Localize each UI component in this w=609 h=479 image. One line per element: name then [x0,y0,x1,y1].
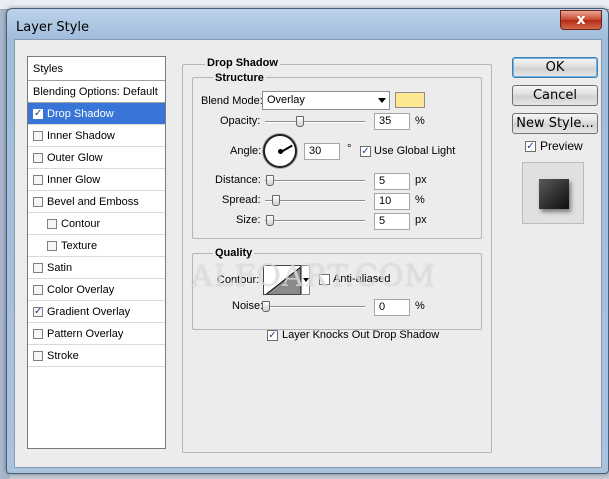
style-item-label: Texture [61,240,98,252]
spread-slider-thumb[interactable] [272,195,280,206]
style-item-checkbox[interactable] [47,241,57,251]
style-item-checkbox[interactable]: ✓ [33,307,43,317]
angle-dial-hub [278,149,283,154]
size-label: Size: [236,214,261,226]
layer-knocks-out-checkbox[interactable]: ✓ [267,330,278,341]
style-item[interactable]: Bevel and Emboss [28,191,165,213]
style-item-label: Color Overlay [47,284,115,296]
styles-header[interactable]: Styles [28,57,165,81]
blend-mode-label: Blend Mode: [201,95,263,107]
style-item-checkbox[interactable] [33,351,43,361]
title-bar[interactable]: Layer Style x [7,9,608,39]
noise-unit: % [415,300,425,312]
style-item[interactable]: Pattern Overlay [28,323,165,345]
spread-unit: % [415,194,425,206]
style-item-checkbox[interactable] [33,175,43,185]
style-item-label: Bevel and Emboss [47,196,139,208]
opacity-unit: % [415,115,425,127]
preview-checkbox[interactable]: ✓ [525,141,536,152]
watermark: ALFOART.COM [191,259,437,294]
style-item[interactable]: ✓ Gradient Overlay [28,301,165,323]
opacity-input[interactable]: 35 [374,113,410,130]
styles-list: Styles Blending Options: Default ✓ Drop S… [27,56,166,449]
preview-label: Preview [540,139,583,153]
drop-shadow-group-title: Drop Shadow [205,57,280,69]
distance-slider-thumb[interactable] [266,175,274,186]
new-style-button[interactable]: New Style... [512,113,598,134]
distance-label: Distance: [215,174,261,186]
angle-dial[interactable] [263,134,297,168]
spread-label: Spread: [222,194,261,206]
style-item[interactable]: Stroke [28,345,165,367]
style-item-checkbox[interactable] [33,329,43,339]
style-item-label: Drop Shadow [47,108,114,120]
opacity-slider-track[interactable] [265,121,365,123]
quality-group-title: Quality [213,247,255,259]
noise-slider-thumb[interactable] [262,301,270,312]
layer-style-dialog: Layer Style x Styles Blending Options: D… [6,8,609,474]
spread-slider-track[interactable] [265,200,365,202]
use-global-light-label: Use Global Light [374,145,456,157]
style-item[interactable]: Contour [28,213,165,235]
style-item-checkbox[interactable] [33,131,43,141]
style-item-label: Pattern Overlay [47,328,124,340]
style-item-checkbox[interactable]: ✓ [33,109,43,119]
style-item[interactable]: Inner Shadow [28,125,165,147]
structure-group-title: Structure [213,72,266,84]
style-item-label: Stroke [47,350,79,362]
style-item[interactable]: Texture [28,235,165,257]
distance-input[interactable]: 5 [374,173,410,190]
angle-label: Angle: [230,145,262,157]
dialog-title: Layer Style [16,20,90,35]
blending-options-item[interactable]: Blending Options: Default [28,81,165,103]
style-preview-thumbnail [522,162,584,224]
style-item-checkbox[interactable] [47,219,57,229]
noise-label: Noise: [232,300,264,312]
shadow-color-swatch[interactable] [395,92,425,108]
size-input[interactable]: 5 [374,213,410,230]
dialog-body: Styles Blending Options: Default ✓ Drop S… [14,39,602,468]
close-button[interactable]: x [560,10,602,30]
noise-input[interactable]: 0 [374,299,410,316]
style-item[interactable]: ✓ Drop Shadow [28,103,165,125]
size-slider-track[interactable] [265,220,365,222]
size-slider-thumb[interactable] [266,215,274,226]
size-unit: px [415,214,427,226]
style-item[interactable]: Inner Glow [28,169,165,191]
style-item-label: Contour [61,218,101,230]
style-item-label: Inner Glow [47,174,101,186]
style-item-label: Satin [47,262,73,274]
style-item[interactable]: Satin [28,257,165,279]
style-item[interactable]: Outer Glow [28,147,165,169]
noise-slider-track[interactable] [265,306,365,308]
spread-input[interactable]: 10 [374,193,410,210]
blend-mode-value: Overlay [267,94,305,106]
angle-unit: ° [347,143,352,155]
style-item-checkbox[interactable] [33,285,43,295]
cancel-button[interactable]: Cancel [512,85,598,106]
angle-input[interactable]: 30 [304,143,340,160]
distance-slider-track[interactable] [265,180,365,182]
blending-options-label: Blending Options: Default [33,86,158,98]
style-item-checkbox[interactable] [33,197,43,207]
style-item-label: Gradient Overlay [47,306,131,318]
style-item-label: Outer Glow [47,152,103,164]
chevron-down-icon [378,98,386,103]
layer-knocks-out-label: Layer Knocks Out Drop Shadow [282,329,440,341]
ok-button[interactable]: OK [512,57,598,78]
style-items: ✓ Drop Shadow Inner Shadow Outer Glow Inner … [28,103,165,367]
opacity-label: Opacity: [220,115,261,127]
blend-mode-select[interactable]: Overlay [262,91,390,110]
use-global-light-checkbox[interactable]: ✓ [360,146,371,157]
distance-unit: px [415,174,427,186]
style-item-checkbox[interactable] [33,153,43,163]
close-icon: x [576,12,586,28]
preview-swatch [539,179,569,209]
style-item[interactable]: Color Overlay [28,279,165,301]
style-item-label: Inner Shadow [47,130,115,142]
style-item-checkbox[interactable] [33,263,43,273]
opacity-slider-thumb[interactable] [296,116,304,127]
